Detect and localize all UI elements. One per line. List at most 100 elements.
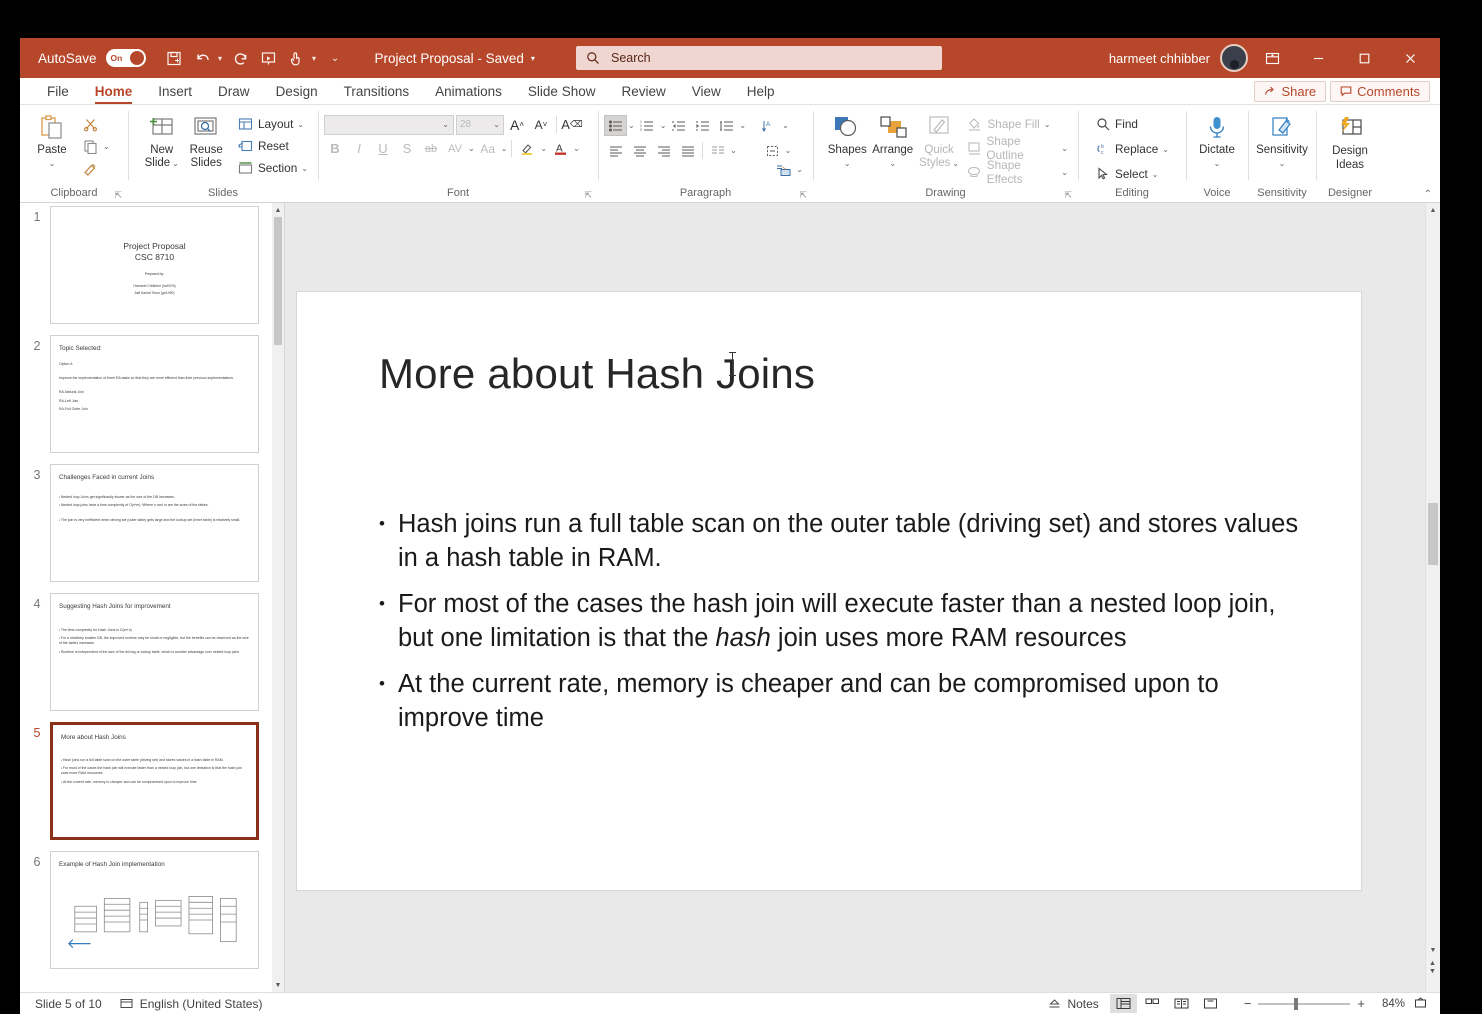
- thumbnail-scrollbar[interactable]: ▲ ▼: [272, 203, 284, 992]
- tab-review[interactable]: Review: [608, 78, 678, 104]
- collapse-ribbon-icon[interactable]: ⌃: [1424, 189, 1432, 200]
- next-slide-icon[interactable]: ▼: [1429, 968, 1436, 975]
- columns-button[interactable]: [706, 140, 729, 161]
- reuse-slides-button[interactable]: Reuse Slides: [183, 110, 228, 172]
- thumbnail-slide-3[interactable]: Challenges Faced in current Joins Nested…: [50, 464, 259, 582]
- autosave-toggle[interactable]: On: [105, 49, 146, 67]
- thumbnail-slide-1[interactable]: Project Proposal CSC 8710 Prepared by: H…: [50, 206, 259, 324]
- format-painter-button[interactable]: [78, 157, 114, 179]
- previous-next-slide-buttons[interactable]: ▲ ▼: [1426, 960, 1439, 975]
- share-button[interactable]: Share: [1254, 80, 1327, 102]
- tab-design[interactable]: Design: [263, 78, 331, 104]
- scroll-down-icon[interactable]: ▼: [272, 978, 284, 992]
- sensitivity-button[interactable]: Sensitivity ⌄: [1254, 110, 1310, 172]
- previous-slide-icon[interactable]: ▲: [1429, 960, 1436, 967]
- shrink-font-button[interactable]: A ˅: [530, 114, 552, 135]
- new-slide-button[interactable]: New Slide ⌄: [140, 110, 183, 172]
- tab-insert[interactable]: Insert: [145, 78, 205, 104]
- copy-button[interactable]: ⌄: [78, 135, 114, 157]
- thumbnail-slide-4[interactable]: Suggesting Hash Joins for improvement Th…: [50, 593, 259, 711]
- sensitivity-dropdown-icon[interactable]: ⌄: [1279, 157, 1286, 170]
- redo-icon[interactable]: [228, 45, 254, 71]
- new-slide-dropdown-icon[interactable]: ⌄: [172, 157, 179, 170]
- slide-body-placeholder[interactable]: • Hash joins run a full table scan on th…: [379, 507, 1301, 747]
- slide-vertical-scrollbar[interactable]: ▲ ▼ ▲ ▼: [1425, 203, 1440, 992]
- touch-mode-icon[interactable]: [284, 45, 310, 71]
- change-case-button[interactable]: Aa: [477, 138, 499, 159]
- zoom-in-button[interactable]: +: [1357, 996, 1365, 1011]
- scroll-down-icon[interactable]: ▼: [1426, 943, 1440, 958]
- zoom-track[interactable]: [1258, 997, 1351, 1010]
- list-item[interactable]: 1 Project Proposal CSC 8710 Prepared by:…: [20, 206, 272, 324]
- minimize-button[interactable]: [1296, 42, 1340, 74]
- design-ideas-button[interactable]: Design Ideas: [1322, 110, 1378, 174]
- slide-sorter-view-button[interactable]: [1139, 994, 1166, 1013]
- document-title-dropdown-icon[interactable]: ▾: [531, 54, 535, 63]
- start-presentation-icon[interactable]: [256, 45, 282, 71]
- text-direction-button[interactable]: A: [758, 115, 781, 136]
- reading-view-button[interactable]: [1168, 994, 1195, 1013]
- quick-styles-dropdown-icon[interactable]: ⌄: [952, 157, 959, 170]
- line-spacing-dropdown-icon[interactable]: ⌄: [739, 121, 746, 130]
- touch-mode-dropdown-icon[interactable]: ▾: [309, 54, 320, 63]
- language-indicator[interactable]: English (United States): [111, 997, 272, 1011]
- reset-button[interactable]: Reset: [233, 135, 312, 157]
- tab-home[interactable]: Home: [82, 78, 146, 104]
- zoom-slider[interactable]: − +: [1244, 996, 1365, 1011]
- find-button[interactable]: Find: [1090, 113, 1173, 135]
- scrollbar-thumb[interactable]: [1428, 503, 1438, 565]
- clipboard-dialog-launcher[interactable]: ⇱: [114, 190, 122, 201]
- scroll-up-icon[interactable]: ▲: [1426, 203, 1440, 218]
- account-name[interactable]: harmeet chhibber: [1109, 51, 1210, 66]
- thumbnail-slide-6[interactable]: Example of Hash Join implementation: [50, 851, 259, 969]
- font-name-input[interactable]: ⌄: [324, 114, 454, 135]
- strikethrough-button[interactable]: ab: [420, 138, 442, 159]
- font-size-dropdown-icon[interactable]: ⌄: [493, 120, 500, 129]
- align-center-button[interactable]: [628, 140, 651, 161]
- scroll-up-icon[interactable]: ▲: [272, 203, 284, 217]
- columns-dropdown-icon[interactable]: ⌄: [730, 146, 737, 155]
- copy-dropdown-icon[interactable]: ⌄: [103, 142, 110, 151]
- increase-indent-button[interactable]: [691, 115, 714, 136]
- tab-file[interactable]: File: [34, 78, 82, 104]
- slide-bullet[interactable]: • At the current rate, memory is cheaper…: [379, 667, 1301, 735]
- section-dropdown-icon[interactable]: ⌄: [301, 164, 308, 173]
- change-case-dropdown-icon[interactable]: ⌄: [501, 144, 508, 153]
- shape-effects-dropdown-icon[interactable]: ⌄: [1061, 168, 1068, 177]
- maximize-button[interactable]: [1342, 42, 1386, 74]
- replace-button[interactable]: bc Replace ⌄: [1090, 138, 1173, 160]
- layout-dropdown-icon[interactable]: ⌄: [297, 120, 304, 129]
- save-icon[interactable]: [162, 45, 188, 71]
- shape-fill-button[interactable]: Shape Fill ⌄: [962, 113, 1072, 135]
- layout-button[interactable]: Layout ⌄: [233, 113, 312, 135]
- zoom-out-button[interactable]: −: [1244, 996, 1252, 1011]
- text-highlight-color-button[interactable]: [516, 138, 538, 159]
- italic-button[interactable]: I: [348, 138, 370, 159]
- select-button[interactable]: Select ⌄: [1090, 163, 1173, 185]
- avatar[interactable]: [1220, 44, 1248, 72]
- thumbnail-slide-5[interactable]: More about Hash Joins Hash joins run a f…: [50, 722, 259, 840]
- list-item[interactable]: 2 Topic Selected: Option A Improve the i…: [20, 335, 272, 453]
- list-item[interactable]: 6 Example of Hash Join implementation: [20, 851, 272, 969]
- shape-outline-button[interactable]: Shape Outline ⌄: [962, 134, 1072, 162]
- tab-draw[interactable]: Draw: [205, 78, 263, 104]
- bullets-button[interactable]: [604, 115, 627, 136]
- zoom-percent[interactable]: 84%: [1373, 998, 1405, 1010]
- thumbnail-slide-2[interactable]: Topic Selected: Option A Improve the imp…: [50, 335, 259, 453]
- numbering-dropdown-icon[interactable]: ⌄: [660, 121, 667, 130]
- slide-bullet[interactable]: • Hash joins run a full table scan on th…: [379, 507, 1301, 575]
- undo-icon[interactable]: [190, 45, 216, 71]
- tab-help[interactable]: Help: [734, 78, 788, 104]
- scrollbar-thumb[interactable]: [274, 217, 282, 345]
- current-slide[interactable]: More about Hash Joins • Hash joins run a…: [296, 291, 1362, 891]
- convert-to-smartart-button[interactable]: [772, 159, 795, 180]
- grow-font-button[interactable]: A ˄: [506, 114, 528, 135]
- character-spacing-dropdown-icon[interactable]: ⌄: [468, 144, 475, 153]
- replace-dropdown-icon[interactable]: ⌄: [1162, 145, 1169, 154]
- line-spacing-button[interactable]: [715, 115, 738, 136]
- zoom-handle[interactable]: [1294, 997, 1299, 1010]
- align-text-button[interactable]: [761, 140, 784, 161]
- font-color-button[interactable]: A: [549, 138, 571, 159]
- slide-title[interactable]: More about Hash Joins: [379, 350, 815, 398]
- select-dropdown-icon[interactable]: ⌄: [1152, 170, 1159, 179]
